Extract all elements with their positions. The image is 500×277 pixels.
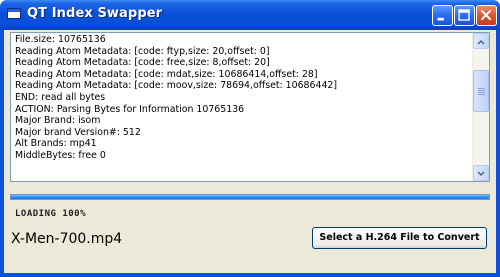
log-line: Major brand Version#: 512 xyxy=(15,126,141,138)
window-bottom-border xyxy=(0,273,500,277)
scroll-thumb[interactable] xyxy=(473,70,489,112)
progress-fill xyxy=(11,195,489,199)
chevron-down-icon xyxy=(477,171,485,177)
grip-line xyxy=(478,90,485,91)
grip-line xyxy=(478,94,485,95)
maximize-button[interactable] xyxy=(454,5,475,26)
loading-status-text: LOADING 100% xyxy=(15,209,87,219)
scroll-up-button[interactable] xyxy=(473,33,489,49)
log-line: Reading Atom Metadata: [code: ftyp,size:… xyxy=(15,45,270,57)
log-output-textarea[interactable]: File.size: 10765136 Reading Atom Metadat… xyxy=(10,32,490,182)
minimize-icon xyxy=(437,17,444,21)
selected-file-name: X-Men-700.mp4 xyxy=(11,231,123,247)
log-line: File.size: 10765136 xyxy=(15,34,106,45)
select-file-button[interactable]: Select a H.264 File to Convert xyxy=(312,227,487,249)
log-line: Alt Brands: mp41 xyxy=(15,138,97,150)
app-window-icon xyxy=(7,8,21,19)
grip-line xyxy=(478,92,485,93)
log-line: ACTION: Parsing Bytes for Information 10… xyxy=(15,103,245,115)
log-line: Reading Atom Metadata: [code: free,size:… xyxy=(15,57,270,69)
log-line: Major Brand: isom xyxy=(15,115,101,127)
client-area: File.size: 10765136 Reading Atom Metadat… xyxy=(4,30,496,273)
window-title: QT Index Swapper xyxy=(27,6,163,21)
log-line: END: read all bytes xyxy=(15,91,106,103)
grip-line xyxy=(478,88,485,89)
chevron-up-icon xyxy=(477,39,485,45)
loading-progress-bar xyxy=(10,194,490,200)
maximize-icon xyxy=(458,9,470,21)
close-button[interactable] xyxy=(476,5,497,26)
log-line: Reading Atom Metadata: [code: moov,size:… xyxy=(15,80,338,92)
scroll-down-button[interactable] xyxy=(473,165,489,181)
app-window: QT Index Swapper File.size: 10765136 Rea… xyxy=(0,0,500,277)
log-scrollbar[interactable] xyxy=(472,33,489,181)
minimize-button[interactable] xyxy=(432,5,453,26)
log-lines: File.size: 10765136 Reading Atom Metadat… xyxy=(15,34,470,180)
title-bar[interactable]: QT Index Swapper xyxy=(0,0,500,30)
close-icon xyxy=(480,9,492,21)
log-line: MiddleBytes: free 0 xyxy=(15,149,106,161)
log-line: Reading Atom Metadata: [code: mdat,size:… xyxy=(15,68,318,80)
